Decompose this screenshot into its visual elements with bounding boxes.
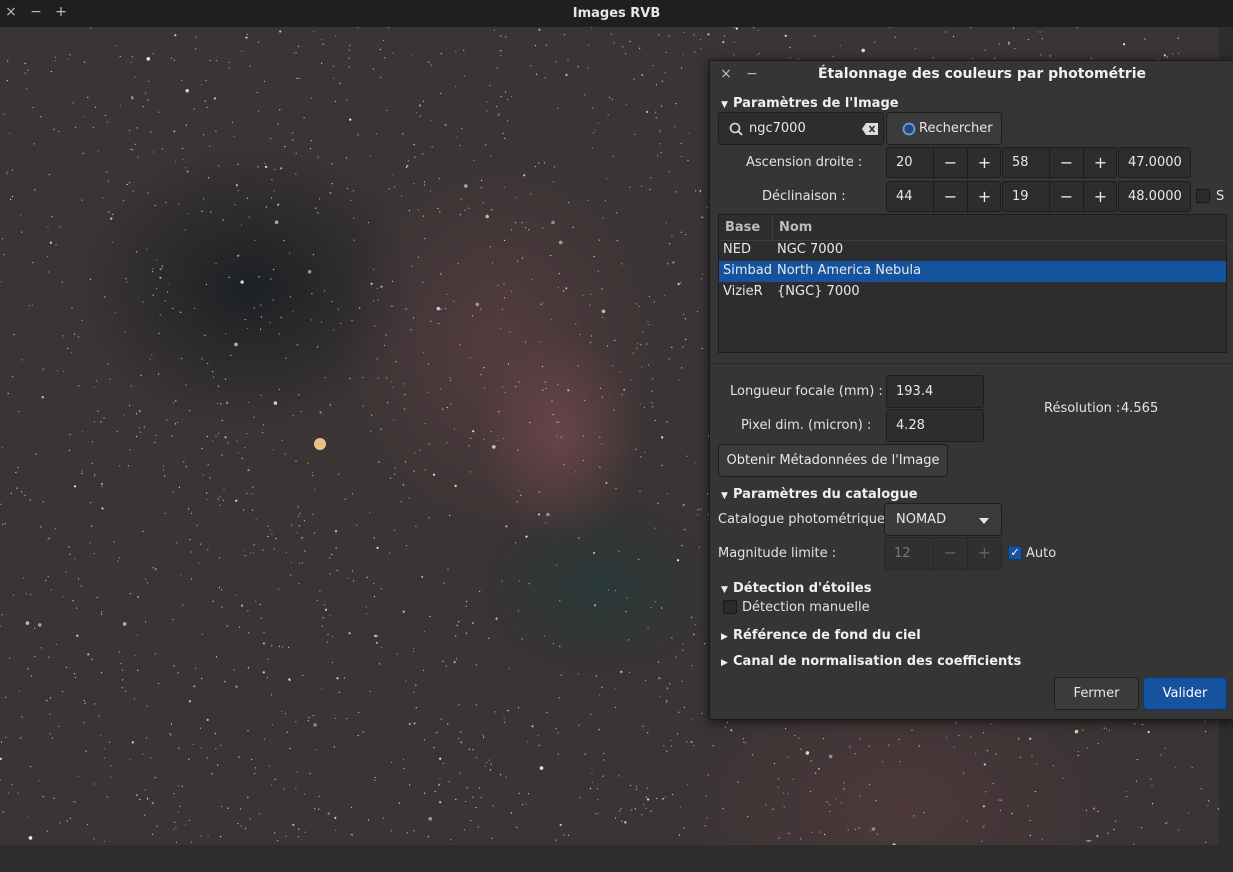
main-titlebar: × − + Images RVB — [0, 0, 1233, 28]
ra-minutes-spin[interactable]: 58 − + — [1002, 147, 1117, 179]
find-icon — [902, 122, 916, 136]
dec-degrees-decrement-icon[interactable]: − — [933, 182, 967, 213]
dec-degrees-value: 44 — [896, 189, 913, 204]
ra-minutes-value: 58 — [1012, 155, 1029, 170]
focal-length-input[interactable]: 193.4 — [886, 375, 984, 408]
object-search-input[interactable]: ngc7000 — [718, 112, 884, 145]
column-header-base[interactable]: Base — [725, 220, 760, 235]
expanded-triangle-icon: ▼ — [721, 491, 728, 501]
south-checkbox[interactable] — [1196, 189, 1210, 203]
section-image-params-label: Paramètres de l'Image — [733, 96, 899, 111]
dec-degrees-increment-icon[interactable]: + — [967, 182, 1001, 213]
clear-text-icon[interactable] — [862, 123, 878, 135]
chevron-down-icon — [979, 518, 989, 524]
expanded-triangle-icon: ▼ — [721, 585, 728, 595]
search-button[interactable]: Rechercher — [886, 112, 1002, 145]
row-base: VizieR — [723, 284, 763, 299]
dec-minutes-increment-icon[interactable]: + — [1083, 182, 1117, 213]
apply-button[interactable]: Valider — [1143, 677, 1227, 710]
focal-length-value: 193.4 — [896, 384, 934, 399]
catalog-selected-value: NOMAD — [896, 512, 947, 527]
ra-hours-increment-icon[interactable]: + — [967, 148, 1001, 179]
ra-minutes-decrement-icon[interactable]: − — [1049, 148, 1083, 179]
pixel-size-label: Pixel dim. (micron) : — [741, 418, 872, 433]
get-metadata-button[interactable]: Obtenir Métadonnées de l'Image — [718, 444, 948, 477]
ra-seconds-field[interactable]: 47.0000 — [1118, 147, 1191, 178]
magnitude-value: 12 — [894, 546, 911, 561]
resolution-label: Résolution : — [1044, 401, 1121, 416]
dec-label: Déclinaison : — [762, 189, 846, 204]
magnitude-spin-disabled: 12 − + — [884, 537, 1002, 571]
search-button-label: Rechercher — [919, 121, 993, 136]
magnitude-decrement-icon: − — [933, 538, 967, 571]
row-base: NED — [723, 242, 751, 257]
table-row-selected[interactable]: Simbad North America Nebula — [719, 261, 1226, 282]
manual-detection-checkbox[interactable] — [723, 600, 737, 614]
pixel-size-input[interactable]: 4.28 — [886, 409, 984, 442]
table-row[interactable]: VizieR {NGC} 7000 — [719, 282, 1226, 303]
section-catalog-params-label: Paramètres du catalogue — [733, 487, 918, 502]
main-window-title: Images RVB — [572, 6, 661, 21]
collapsed-triangle-icon: ▶ — [721, 658, 728, 668]
dialog-title: Étalonnage des couleurs par photométrie — [817, 66, 1146, 82]
search-results-table[interactable]: Base Nom NED NGC 7000 Simbad North Ameri… — [718, 214, 1227, 353]
collapsed-triangle-icon: ▶ — [721, 632, 728, 642]
magnitude-increment-icon: + — [967, 538, 1001, 571]
section-star-detection[interactable]: ▼ Détection d'étoiles — [721, 581, 871, 596]
expanded-triangle-icon: ▼ — [721, 100, 728, 110]
section-star-detection-label: Détection d'étoiles — [733, 581, 872, 596]
ra-hours-spin[interactable]: 20 − + — [886, 147, 1001, 179]
ra-label: Ascension droite : — [746, 155, 863, 170]
dec-minutes-spin[interactable]: 19 − + — [1002, 181, 1117, 213]
column-divider — [772, 215, 773, 240]
manual-detection-label: Détection manuelle — [742, 600, 870, 615]
section-image-params[interactable]: ▼ Paramètres de l'Image — [721, 96, 899, 111]
column-header-name[interactable]: Nom — [779, 220, 812, 235]
ra-minutes-increment-icon[interactable]: + — [1083, 148, 1117, 179]
row-name: NGC 7000 — [777, 242, 844, 257]
status-bar — [0, 845, 1233, 872]
auto-magnitude-checkbox[interactable]: ✓ — [1008, 546, 1022, 560]
search-icon — [729, 122, 743, 136]
section-normalization-label: Canal de normalisation des coefficients — [733, 654, 1022, 669]
section-normalization[interactable]: ▶ Canal de normalisation des coefficients — [721, 654, 1021, 669]
close-button[interactable]: Fermer — [1054, 677, 1139, 710]
ra-hours-value: 20 — [896, 155, 913, 170]
focal-length-label: Longueur focale (mm) : — [730, 384, 883, 399]
row-name: North America Nebula — [777, 263, 922, 278]
dec-seconds-field[interactable]: 48.0000 — [1118, 181, 1191, 212]
catalog-dropdown[interactable]: NOMAD — [884, 503, 1002, 536]
dec-minutes-decrement-icon[interactable]: − — [1049, 182, 1083, 213]
ra-seconds-value: 47.0000 — [1128, 155, 1182, 170]
search-input-value: ngc7000 — [749, 121, 806, 136]
table-header: Base Nom — [719, 215, 1226, 241]
catalog-label: Catalogue photométrique : — [718, 512, 894, 527]
table-row[interactable]: NED NGC 7000 — [719, 240, 1226, 261]
south-label: S — [1216, 189, 1225, 204]
dec-minutes-value: 19 — [1012, 189, 1029, 204]
pixel-size-value: 4.28 — [896, 418, 925, 433]
magnitude-label: Magnitude limite : — [718, 546, 837, 561]
divider — [710, 363, 1233, 364]
row-name: {NGC} 7000 — [777, 284, 860, 299]
auto-magnitude-label: Auto — [1026, 546, 1057, 561]
resolution-value: 4.565 — [1121, 401, 1159, 416]
row-base: Simbad — [723, 263, 772, 278]
photometric-calibration-dialog: × − Étalonnage des couleurs par photomét… — [709, 60, 1233, 720]
ra-hours-decrement-icon[interactable]: − — [933, 148, 967, 179]
section-sky-background-label: Référence de fond du ciel — [733, 628, 921, 643]
dec-degrees-spin[interactable]: 44 − + — [886, 181, 1001, 213]
section-sky-background[interactable]: ▶ Référence de fond du ciel — [721, 628, 921, 643]
section-catalog-params[interactable]: ▼ Paramètres du catalogue — [721, 487, 918, 502]
dec-seconds-value: 48.0000 — [1128, 189, 1182, 204]
